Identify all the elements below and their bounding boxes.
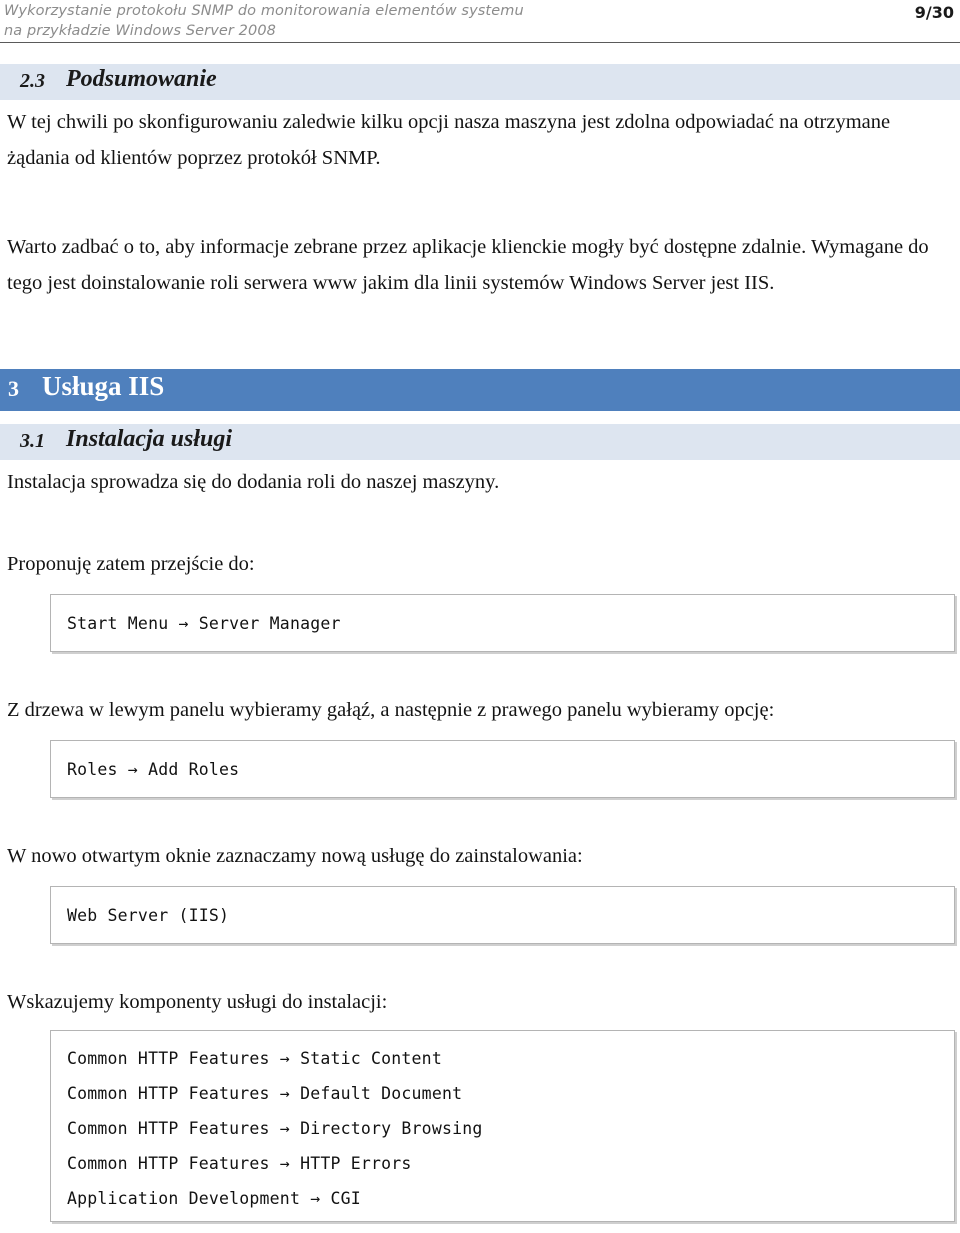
code-block-start-menu: Start Menu → Server Manager [50, 594, 955, 652]
code-line: Web Server (IIS) [67, 906, 230, 925]
header-title-line-2: na przykładzie Windows Server 2008 [4, 23, 276, 39]
heading-usluga-iis-number: 3 [8, 376, 19, 401]
heading-instalacja-uslugi-number: 3.1 [20, 430, 45, 452]
paragraph-podsumowanie-1: W tej chwili po skonfigurowaniu zaledwie… [7, 111, 891, 169]
heading-podsumowanie: 2.3 Podsumowanie [0, 64, 960, 100]
paragraph-step-4-intro: Wskazujemy komponenty usługi do instalac… [7, 991, 388, 1013]
paragraph-step-1-intro: Proponuję zatem przejście do: [7, 553, 255, 575]
page-header: Wykorzystanie protokołu SNMP do monitoro… [0, 0, 960, 44]
header-document-title: Wykorzystanie protokołu SNMP do monitoro… [4, 1, 784, 41]
paragraph-instalacja-intro: Instalacja sprowadza się do dodania roli… [7, 471, 500, 493]
code-line: Start Menu → Server Manager [67, 614, 341, 633]
heading-usluga-iis: 3 Usługa IIS [0, 369, 960, 411]
page-number: 9/30 [914, 3, 954, 22]
code-block-add-roles: Roles → Add Roles [50, 740, 955, 798]
heading-podsumowanie-title: Podsumowanie [66, 66, 217, 92]
code-line: Common HTTP Features → Directory Browsin… [67, 1119, 483, 1138]
paragraph-step-2-intro: Z drzewa w lewym panelu wybieramy gałąź,… [7, 699, 775, 721]
paragraph-step-3-intro: W nowo otwartym oknie zaznaczamy nową us… [7, 845, 583, 867]
heading-instalacja-uslugi-title: Instalacja usługi [66, 426, 233, 452]
code-block-web-server-iis: Web Server (IIS) [50, 886, 955, 944]
heading-usluga-iis-title: Usługa IIS [42, 371, 165, 401]
code-line: Roles → Add Roles [67, 760, 240, 779]
header-title-line-1: Wykorzystanie protokołu SNMP do monitoro… [4, 3, 524, 19]
code-line: Common HTTP Features → HTTP Errors [67, 1154, 412, 1173]
paragraph-podsumowanie-2: Warto zadbać o to, aby informacje zebran… [7, 236, 929, 294]
header-divider [0, 42, 960, 43]
code-line: Application Development → CGI [67, 1189, 361, 1208]
heading-instalacja-uslugi: 3.1 Instalacja usługi [0, 424, 960, 460]
heading-podsumowanie-number: 2.3 [20, 70, 45, 92]
code-line: Common HTTP Features → Default Document [67, 1084, 463, 1103]
code-line: Common HTTP Features → Static Content [67, 1049, 442, 1068]
code-block-http-features: Common HTTP Features → Static Content Co… [50, 1030, 955, 1222]
